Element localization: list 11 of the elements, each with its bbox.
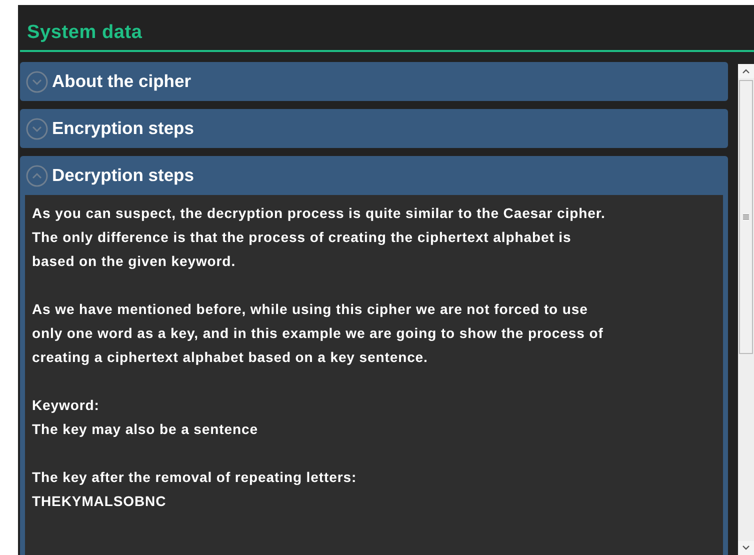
section-title: Encryption steps <box>52 118 194 139</box>
accordion-header[interactable]: Encryption steps <box>20 109 728 148</box>
paragraph: As you can suspect, the decryption process is quite similar to the Caesar cipher. The only difference is that the process of creating the ciphertext alphabet is based on the given keyword. <box>32 204 606 271</box>
panel-title: System data <box>27 22 142 43</box>
paragraph: The key after the removal of repeating letters: THEKYMALSOBNC <box>32 468 358 511</box>
paragraph: As we have mentioned before, while using this cipher we are not forced to use only one word as a key, and in this example we are going to show the process of creating a ciphertext alphabet based on a key sentence. <box>32 300 604 367</box>
section-title: Decryption steps <box>52 165 194 186</box>
accordion-header[interactable]: About the cipher <box>20 62 728 101</box>
paragraph: Keyword: The key may also be a sentence <box>32 396 259 439</box>
section-title: About the cipher <box>52 71 192 92</box>
accordion-header[interactable]: Decryption steps <box>20 156 728 195</box>
